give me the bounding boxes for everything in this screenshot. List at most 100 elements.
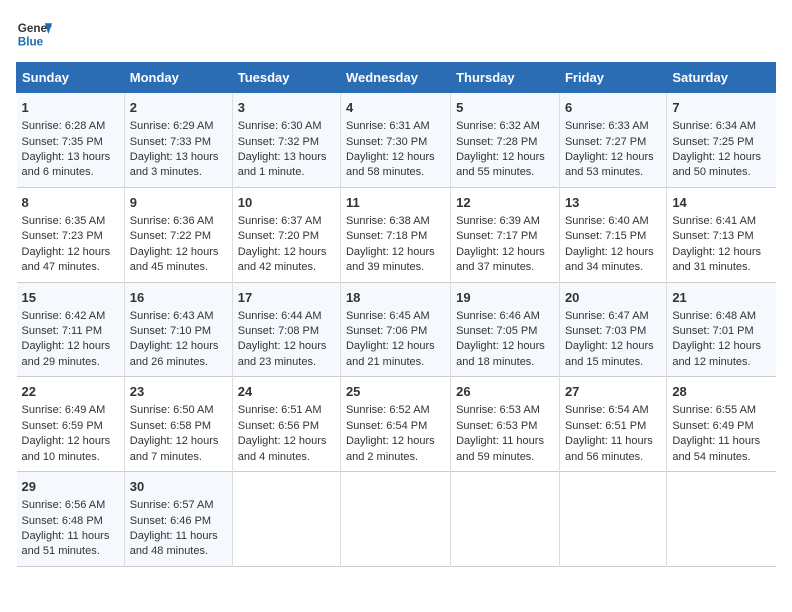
calendar-body: 1Sunrise: 6:28 AMSunset: 7:35 PMDaylight… xyxy=(17,93,776,567)
calendar-cell xyxy=(559,472,666,567)
daylight-text: Daylight: 12 hours and 45 minutes. xyxy=(130,246,219,273)
sunset-text: Sunset: 7:15 PM xyxy=(565,230,646,242)
daylight-text: Daylight: 12 hours and 29 minutes. xyxy=(22,340,111,367)
day-number: 13 xyxy=(565,194,661,212)
calendar-cell: 7Sunrise: 6:34 AMSunset: 7:25 PMDaylight… xyxy=(667,93,776,188)
day-number: 21 xyxy=(672,289,770,307)
sunrise-text: Sunrise: 6:50 AM xyxy=(130,404,214,416)
sunset-text: Sunset: 7:13 PM xyxy=(672,230,753,242)
calendar-week-row: 15Sunrise: 6:42 AMSunset: 7:11 PMDayligh… xyxy=(17,282,776,377)
calendar-cell: 3Sunrise: 6:30 AMSunset: 7:32 PMDaylight… xyxy=(232,93,340,188)
sunrise-text: Sunrise: 6:47 AM xyxy=(565,310,649,322)
daylight-text: Daylight: 11 hours and 59 minutes. xyxy=(456,435,544,462)
day-number: 29 xyxy=(22,478,119,496)
day-number: 12 xyxy=(456,194,554,212)
sunset-text: Sunset: 6:56 PM xyxy=(238,420,319,432)
day-number: 25 xyxy=(346,383,445,401)
daylight-text: Daylight: 12 hours and 42 minutes. xyxy=(238,246,327,273)
page-header: General Blue xyxy=(16,16,776,52)
calendar-cell: 2Sunrise: 6:29 AMSunset: 7:33 PMDaylight… xyxy=(124,93,232,188)
sunrise-text: Sunrise: 6:45 AM xyxy=(346,310,430,322)
calendar-cell: 28Sunrise: 6:55 AMSunset: 6:49 PMDayligh… xyxy=(667,377,776,472)
daylight-text: Daylight: 11 hours and 48 minutes. xyxy=(130,530,218,557)
calendar-cell: 15Sunrise: 6:42 AMSunset: 7:11 PMDayligh… xyxy=(17,282,125,377)
sunrise-text: Sunrise: 6:44 AM xyxy=(238,310,322,322)
day-number: 6 xyxy=(565,99,661,117)
sunset-text: Sunset: 7:06 PM xyxy=(346,325,427,337)
sunrise-text: Sunrise: 6:55 AM xyxy=(672,404,756,416)
sunset-text: Sunset: 6:46 PM xyxy=(130,515,211,527)
calendar-cell: 6Sunrise: 6:33 AMSunset: 7:27 PMDaylight… xyxy=(559,93,666,188)
day-number: 28 xyxy=(672,383,770,401)
col-tuesday: Tuesday xyxy=(232,63,340,93)
col-sunday: Sunday xyxy=(17,63,125,93)
calendar-cell: 24Sunrise: 6:51 AMSunset: 6:56 PMDayligh… xyxy=(232,377,340,472)
calendar-week-row: 22Sunrise: 6:49 AMSunset: 6:59 PMDayligh… xyxy=(17,377,776,472)
sunset-text: Sunset: 7:33 PM xyxy=(130,136,211,148)
calendar-cell: 17Sunrise: 6:44 AMSunset: 7:08 PMDayligh… xyxy=(232,282,340,377)
sunset-text: Sunset: 7:32 PM xyxy=(238,136,319,148)
calendar-cell xyxy=(667,472,776,567)
day-number: 3 xyxy=(238,99,335,117)
calendar-cell: 18 Sunrise: 6:45 AM Sunset: 7:06 PM Dayligh… xyxy=(340,282,450,377)
calendar-cell: 30Sunrise: 6:57 AMSunset: 6:46 PMDayligh… xyxy=(124,472,232,567)
sunset-text: Sunset: 7:10 PM xyxy=(130,325,211,337)
calendar-cell: 19Sunrise: 6:46 AMSunset: 7:05 PMDayligh… xyxy=(451,282,560,377)
calendar-cell: 10Sunrise: 6:37 AMSunset: 7:20 PMDayligh… xyxy=(232,187,340,282)
calendar-cell xyxy=(232,472,340,567)
sunrise-text: Sunrise: 6:43 AM xyxy=(130,310,214,322)
sunrise-text: Sunrise: 6:29 AM xyxy=(130,120,214,132)
sunrise-text: Sunrise: 6:28 AM xyxy=(22,120,106,132)
col-thursday: Thursday xyxy=(451,63,560,93)
calendar-cell: 29Sunrise: 6:56 AMSunset: 6:48 PMDayligh… xyxy=(17,472,125,567)
day-number: 14 xyxy=(672,194,770,212)
calendar-week-row: 8Sunrise: 6:35 AMSunset: 7:23 PMDaylight… xyxy=(17,187,776,282)
sunrise-text: Sunrise: 6:48 AM xyxy=(672,310,756,322)
sunset-text: Sunset: 7:11 PM xyxy=(22,325,103,337)
sunset-text: Sunset: 7:30 PM xyxy=(346,136,427,148)
sunrise-text: Sunrise: 6:34 AM xyxy=(672,120,756,132)
sunrise-text: Sunrise: 6:53 AM xyxy=(456,404,540,416)
daylight-text: Daylight: 12 hours and 15 minutes. xyxy=(565,340,654,367)
calendar-cell: 12Sunrise: 6:39 AMSunset: 7:17 PMDayligh… xyxy=(451,187,560,282)
day-number: 20 xyxy=(565,289,661,307)
daylight-text: Daylight: 11 hours and 54 minutes. xyxy=(672,435,760,462)
col-wednesday: Wednesday xyxy=(340,63,450,93)
sunset-text: Sunset: 7:18 PM xyxy=(346,230,427,242)
col-friday: Friday xyxy=(559,63,666,93)
calendar-cell xyxy=(340,472,450,567)
sunrise-text: Sunrise: 6:52 AM xyxy=(346,404,430,416)
sunrise-text: Sunrise: 6:37 AM xyxy=(238,215,322,227)
day-number: 16 xyxy=(130,289,227,307)
sunset-text: Sunset: 7:20 PM xyxy=(238,230,319,242)
calendar-cell: 27Sunrise: 6:54 AMSunset: 6:51 PMDayligh… xyxy=(559,377,666,472)
calendar-cell: 4Sunrise: 6:31 AMSunset: 7:30 PMDaylight… xyxy=(340,93,450,188)
daylight-text: Daylight: 12 hours and 39 minutes. xyxy=(346,246,435,273)
sunrise-text: Sunrise: 6:33 AM xyxy=(565,120,649,132)
day-number: 17 xyxy=(238,289,335,307)
calendar-cell: 21Sunrise: 6:48 AMSunset: 7:01 PMDayligh… xyxy=(667,282,776,377)
daylight-text: Daylight: 12 hours and 4 minutes. xyxy=(238,435,327,462)
daylight-text: Daylight: 11 hours and 51 minutes. xyxy=(22,530,110,557)
sunrise-text: Sunrise: 6:31 AM xyxy=(346,120,430,132)
day-number: 23 xyxy=(130,383,227,401)
day-number: 5 xyxy=(456,99,554,117)
logo: General Blue xyxy=(16,16,52,52)
daylight-text: Daylight: 12 hours and 21 minutes. xyxy=(346,340,435,367)
daylight-text: Daylight: 12 hours and 12 minutes. xyxy=(672,340,761,367)
sunset-text: Sunset: 7:35 PM xyxy=(22,136,103,148)
daylight-text: Daylight: 12 hours and 34 minutes. xyxy=(565,246,654,273)
sunrise-text: Sunrise: 6:51 AM xyxy=(238,404,322,416)
day-number: 30 xyxy=(130,478,227,496)
sunrise-text: Sunrise: 6:42 AM xyxy=(22,310,106,322)
daylight-text: Daylight: 12 hours and 23 minutes. xyxy=(238,340,327,367)
day-number: 22 xyxy=(22,383,119,401)
daylight-text: Daylight: 12 hours and 53 minutes. xyxy=(565,151,654,178)
day-number: 18 xyxy=(346,289,445,307)
sunrise-text: Sunrise: 6:38 AM xyxy=(346,215,430,227)
calendar-cell: 5Sunrise: 6:32 AMSunset: 7:28 PMDaylight… xyxy=(451,93,560,188)
calendar-cell: 26Sunrise: 6:53 AMSunset: 6:53 PMDayligh… xyxy=(451,377,560,472)
calendar-header: Sunday Monday Tuesday Wednesday Thursday… xyxy=(17,63,776,93)
sunrise-text: Sunrise: 6:39 AM xyxy=(456,215,540,227)
daylight-text: Daylight: 12 hours and 58 minutes. xyxy=(346,151,435,178)
